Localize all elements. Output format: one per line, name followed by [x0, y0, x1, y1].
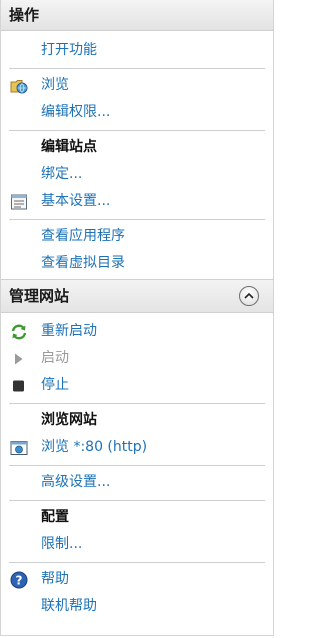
browse-site-title: 浏览网站	[41, 412, 97, 428]
settings-window-icon	[10, 193, 28, 211]
browse-link[interactable]: 浏览	[1, 72, 273, 99]
edit-permissions-link[interactable]: 编辑权限...	[1, 99, 273, 126]
edit-permissions-label[interactable]: 编辑权限...	[41, 104, 110, 120]
help-link[interactable]: ? 帮助	[1, 566, 273, 593]
help-icon: ?	[10, 571, 28, 589]
open-feature-label[interactable]: 打开功能	[41, 42, 97, 58]
restart-link[interactable]: 重新启动	[1, 318, 273, 345]
separator	[9, 403, 265, 404]
separator	[9, 130, 265, 131]
advanced-settings-link[interactable]: 高级设置...	[1, 469, 273, 496]
view-applications-label[interactable]: 查看应用程序	[41, 228, 125, 244]
bindings-link[interactable]: 绑定...	[1, 161, 273, 188]
separator	[9, 219, 265, 220]
folder-globe-icon	[10, 77, 28, 95]
stop-link[interactable]: 停止	[1, 372, 273, 399]
bindings-label[interactable]: 绑定...	[41, 166, 82, 182]
view-virtual-dirs-label[interactable]: 查看虚拟目录	[41, 255, 125, 271]
browse-label[interactable]: 浏览	[41, 77, 69, 93]
config-group: 配置	[1, 504, 273, 531]
restart-label[interactable]: 重新启动	[41, 323, 97, 339]
separator	[9, 465, 265, 466]
start-link: 启动	[1, 345, 273, 372]
stop-label[interactable]: 停止	[41, 377, 69, 393]
basic-settings-label[interactable]: 基本设置...	[41, 193, 110, 209]
browse-http-label[interactable]: 浏览 *:80 (http)	[41, 439, 147, 455]
open-feature-link[interactable]: 打开功能	[1, 37, 273, 64]
separator	[9, 500, 265, 501]
advanced-settings-label[interactable]: 高级设置...	[41, 474, 110, 490]
separator	[9, 562, 265, 563]
chevron-up-icon[interactable]	[239, 286, 259, 306]
limits-link[interactable]: 限制...	[1, 531, 273, 558]
separator	[9, 68, 265, 69]
online-help-link[interactable]: 联机帮助	[1, 593, 273, 620]
start-label: 启动	[41, 350, 69, 366]
browse-site-group: 浏览网站	[1, 407, 273, 434]
restart-arrows-icon	[10, 323, 28, 341]
basic-settings-link[interactable]: 基本设置...	[1, 188, 273, 215]
help-label[interactable]: 帮助	[41, 571, 69, 587]
play-icon	[10, 350, 28, 368]
svg-text:?: ?	[16, 573, 23, 587]
view-virtual-dirs-link[interactable]: 查看虚拟目录	[1, 250, 273, 277]
browse-http-link[interactable]: 浏览 *:80 (http)	[1, 434, 273, 461]
config-title: 配置	[41, 509, 69, 525]
manage-site-title: 管理网站	[9, 287, 70, 305]
actions-title: 操作	[9, 6, 40, 24]
browser-window-icon	[10, 439, 28, 457]
view-applications-link[interactable]: 查看应用程序	[1, 223, 273, 250]
limits-label[interactable]: 限制...	[41, 536, 82, 552]
edit-site-title: 编辑站点	[41, 139, 97, 155]
online-help-label[interactable]: 联机帮助	[41, 598, 97, 614]
manage-site-header: 管理网站	[1, 279, 273, 313]
actions-header: 操作	[1, 0, 273, 31]
stop-icon	[10, 377, 28, 395]
edit-site-group: 编辑站点	[1, 134, 273, 161]
pane-bottom-border	[1, 635, 273, 636]
actions-pane: 操作 打开功能 浏览 编辑权限... 编辑站点 绑定... 基本设置... 查看…	[0, 0, 274, 636]
